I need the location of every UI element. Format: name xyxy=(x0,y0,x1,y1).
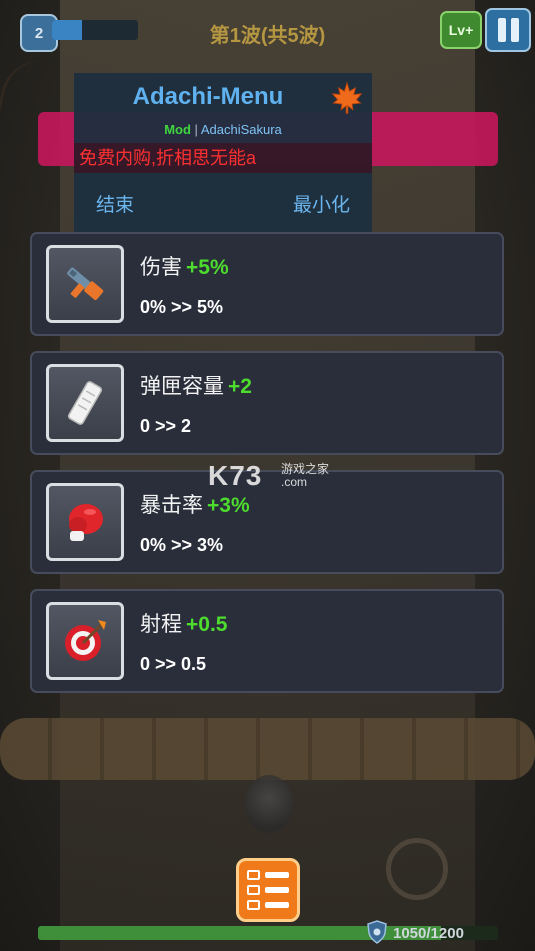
pause-icon-bar xyxy=(510,18,519,42)
magazine-icon xyxy=(46,364,124,442)
upgrade-change: 0 >> 0.5 xyxy=(140,654,207,674)
upgrade-name: 射程 xyxy=(140,613,182,636)
sandbag-barrier xyxy=(0,718,535,780)
mod-warning-text: 免费内购,折相思无能a xyxy=(74,143,372,173)
upgrade-bonus: +2 xyxy=(228,375,252,398)
list-menu-icon-row xyxy=(247,885,289,895)
maple-leaf-icon xyxy=(331,81,363,114)
watermark-domain: .com xyxy=(281,475,308,489)
upgrade-name-line: 暴击率 +3% xyxy=(140,489,250,519)
upgrade-card-damage[interactable]: 伤害 +5% 0% >> 5% xyxy=(30,232,504,336)
upgrade-name: 弹匣容量 xyxy=(140,375,224,398)
level-up-button[interactable]: Lv+ xyxy=(440,11,482,49)
site-watermark: K73 游戏之家 .com xyxy=(208,460,329,492)
mod-menu-panel: Adachi-Menu Mod | AdachiSakura 免费内购,折相思无… xyxy=(74,73,372,233)
upgrade-card-range[interactable]: 射程 +0.5 0 >> 0.5 xyxy=(30,589,504,693)
upgrade-change: 0% >> 3% xyxy=(140,535,224,555)
upgrade-card-magazine[interactable]: 弹匣容量 +2 0 >> 2 xyxy=(30,351,504,455)
mod-menu-title: Adachi-Menu xyxy=(132,83,284,110)
mod-label: Mod xyxy=(164,122,191,137)
boxing-glove-icon-graphic xyxy=(69,504,103,541)
upgrade-name-line: 伤害 +5% xyxy=(140,251,229,281)
player-character xyxy=(245,775,293,833)
shield-icon xyxy=(367,920,387,944)
upgrade-bonus: +3% xyxy=(207,494,250,517)
magazine-icon-graphic xyxy=(67,381,103,425)
upgrade-bonus: +5% xyxy=(186,256,229,279)
end-button[interactable]: 结束 xyxy=(96,190,134,217)
upgrade-name-line: 射程 +0.5 xyxy=(140,608,227,638)
upgrade-name: 伤害 xyxy=(140,256,182,279)
target-icon xyxy=(46,602,124,680)
mod-author: AdachiSakura xyxy=(200,122,282,137)
target-icon-graphic xyxy=(65,620,106,661)
watermark-logo: K73 xyxy=(208,460,263,491)
pause-icon xyxy=(497,18,506,42)
minimize-button[interactable]: 最小化 xyxy=(293,190,350,217)
health-text: 1050/1200 xyxy=(393,925,464,942)
list-menu-icon-row xyxy=(247,900,289,910)
gun-icon-graphic xyxy=(67,267,104,300)
list-menu-button[interactable] xyxy=(236,858,300,922)
list-menu-icon xyxy=(247,870,289,880)
upgrade-bonus: +0.5 xyxy=(186,613,228,636)
upgrade-change: 0% >> 5% xyxy=(140,297,224,317)
wagon-wheel xyxy=(386,838,448,900)
boxing-glove-icon xyxy=(46,483,124,561)
mod-credit-line: Mod | AdachiSakura xyxy=(74,122,372,137)
upgrade-change: 0 >> 2 xyxy=(140,416,192,436)
credit-separator: | xyxy=(194,122,198,137)
upgrade-name: 暴击率 xyxy=(140,494,203,517)
gun-icon xyxy=(46,245,124,323)
pause-button[interactable] xyxy=(485,8,531,52)
upgrade-card-crit[interactable]: 暴击率 +3% 0% >> 3% xyxy=(30,470,504,574)
upgrade-name-line: 弹匣容量 +2 xyxy=(140,370,252,400)
